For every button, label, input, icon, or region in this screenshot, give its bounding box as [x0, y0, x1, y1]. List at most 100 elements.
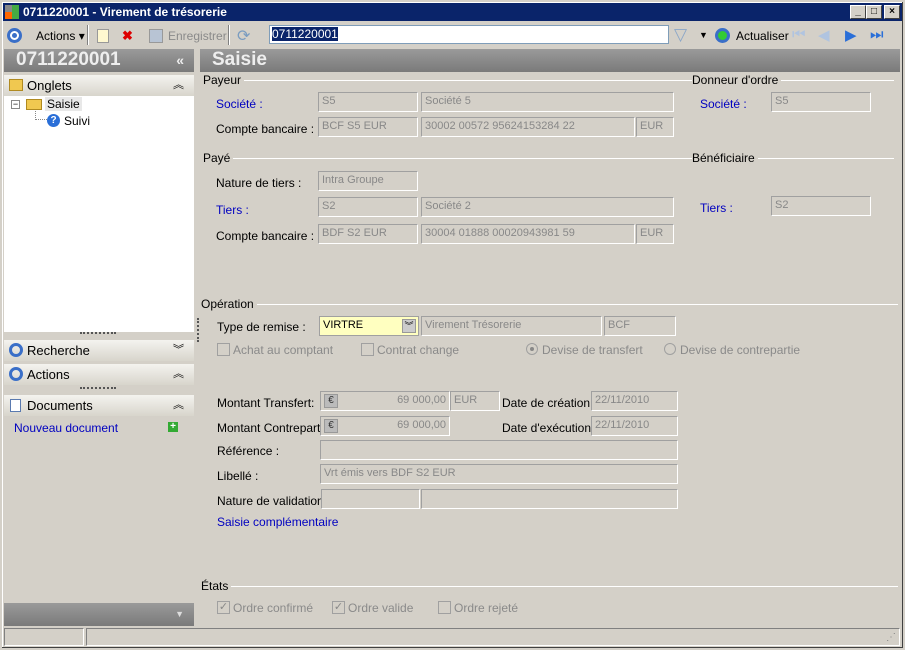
reference-field[interactable]: [320, 440, 678, 460]
window-title: 0711220001 - Virement de trésorerie: [23, 5, 227, 19]
previous-record-icon[interactable]: ◀: [818, 26, 830, 44]
achat-checkbox[interactable]: [217, 343, 230, 356]
euro-icon: €: [324, 419, 338, 433]
save-button[interactable]: Enregistrer: [168, 29, 227, 43]
search-input[interactable]: 0711220001: [269, 25, 669, 44]
date-execution-field[interactable]: 22/11/2010: [591, 416, 678, 436]
delete-icon[interactable]: ✖: [122, 28, 133, 44]
documents-header[interactable]: Documents ︽: [4, 395, 194, 416]
dropdown-icon[interactable]: ▼: [175, 609, 184, 619]
open-folder-icon: [26, 99, 42, 110]
type-remise-bank[interactable]: BCF: [604, 316, 676, 336]
close-button[interactable]: ×: [884, 5, 900, 19]
contrat-checkbox[interactable]: [361, 343, 374, 356]
first-record-icon[interactable]: ⏮: [792, 26, 806, 43]
payeur-compte-code[interactable]: BCF S5 EUR: [318, 117, 418, 137]
type-remise-name[interactable]: Virement Trésorerie: [421, 316, 602, 336]
collapse-icon[interactable]: ︽: [173, 395, 184, 416]
nature-validation-name[interactable]: [421, 489, 678, 509]
record-header: 0711220001 «: [4, 49, 194, 72]
beneficiaire-legend: Bénéficiaire: [692, 151, 758, 165]
paye-compte-code[interactable]: BDF S2 EUR: [318, 224, 418, 244]
paye-legend: Payé: [203, 151, 234, 165]
montant-transfert-cur[interactable]: EUR: [450, 391, 500, 411]
chevron-down-icon[interactable]: ︾: [402, 319, 416, 333]
beneficiaire-tiers-label[interactable]: Tiers :: [700, 201, 733, 215]
left-footer: ▼: [4, 603, 194, 626]
donneur-societe-code[interactable]: S5: [771, 92, 871, 112]
splitter-handle[interactable]: [197, 318, 199, 342]
new-icon[interactable]: [97, 29, 109, 43]
devise-transfert-radio[interactable]: [526, 343, 538, 355]
refresh-button[interactable]: Actualiser: [736, 29, 789, 43]
nature-validation-code[interactable]: [321, 489, 420, 509]
date-creation-label: Date de création :: [502, 396, 597, 410]
montant-contrepartie-label: Montant Contrepartie:: [217, 421, 334, 435]
splitter-handle[interactable]: [80, 332, 116, 334]
etats-legend: États: [201, 579, 232, 593]
libelle-field[interactable]: Vrt émis vers BDF S2 EUR: [320, 464, 678, 484]
minimize-button[interactable]: _: [850, 5, 866, 19]
compte-label: Compte bancaire :: [216, 229, 315, 243]
folder-icon: [9, 79, 23, 91]
status-pane: [86, 628, 900, 646]
actions-icon: [9, 367, 23, 381]
app-icon: [5, 5, 19, 19]
payeur-compte-cur[interactable]: EUR: [636, 117, 674, 137]
nature-tiers-field[interactable]: Intra Groupe: [318, 171, 418, 191]
recherche-header[interactable]: Recherche ︾: [4, 340, 194, 361]
filter-dropdown-icon[interactable]: ▼: [699, 30, 708, 40]
ordre-rejete-checkbox[interactable]: [438, 601, 451, 614]
nature-tiers-label: Nature de tiers :: [216, 176, 302, 190]
ordre-rejete-label: Ordre rejeté: [454, 601, 519, 615]
payeur-societe-code[interactable]: S5: [318, 92, 418, 112]
help-icon: ?: [47, 114, 60, 127]
ordre-valide-checkbox[interactable]: ✓: [332, 601, 345, 614]
ordre-confirme-checkbox[interactable]: ✓: [217, 601, 230, 614]
actions-header[interactable]: Actions ︽: [4, 364, 194, 385]
app-menu-icon[interactable]: [7, 28, 22, 43]
tiers-label[interactable]: Tiers :: [216, 203, 249, 217]
saisie-complementaire-link[interactable]: Saisie complémentaire: [217, 515, 338, 529]
paye-tiers-name[interactable]: Société 2: [421, 197, 674, 217]
next-record-icon[interactable]: ▶: [845, 26, 857, 44]
euro-icon: €: [324, 394, 338, 408]
type-remise-select[interactable]: VIRTRE ︾: [319, 316, 419, 336]
donneur-societe-label[interactable]: Société :: [700, 97, 747, 111]
sync-icon[interactable]: ⟳: [237, 26, 250, 46]
expand-icon[interactable]: ︾: [173, 340, 184, 361]
montant-contrepartie-field[interactable]: €69 000,00: [320, 416, 450, 436]
reference-label: Référence :: [217, 444, 280, 458]
paye-tiers-code[interactable]: S2: [318, 197, 418, 217]
tree-item-suivi[interactable]: Suivi: [64, 114, 90, 128]
section-header: Saisie: [200, 49, 900, 72]
collapse-panel-button[interactable]: «: [176, 49, 184, 71]
title-bar: 0711220001 - Virement de trésorerie: [3, 3, 902, 21]
onglets-header[interactable]: Onglets ︽: [4, 75, 194, 96]
societe-label[interactable]: Société :: [216, 97, 263, 111]
paye-compte-cur[interactable]: EUR: [636, 224, 674, 244]
add-icon[interactable]: +: [168, 422, 178, 432]
date-creation-field[interactable]: 22/11/2010: [591, 391, 678, 411]
payeur-societe-name[interactable]: Société 5: [421, 92, 674, 112]
maximize-button[interactable]: □: [866, 5, 882, 19]
contrat-label: Contrat change: [377, 343, 460, 357]
libelle-label: Libellé :: [217, 469, 259, 483]
paye-compte-num[interactable]: 30004 01888 00020943981 59: [421, 224, 635, 244]
new-document-link[interactable]: Nouveau document: [14, 421, 118, 435]
actions-menu[interactable]: Actions ▾: [36, 29, 85, 43]
splitter-handle[interactable]: [80, 387, 116, 389]
nature-validation-label: Nature de validation :: [217, 494, 331, 508]
collapse-icon[interactable]: ︽: [173, 364, 184, 385]
tree-collapse-icon[interactable]: −: [11, 100, 20, 109]
resize-grip-icon[interactable]: ⋰: [886, 632, 896, 643]
collapse-icon[interactable]: ︽: [173, 75, 184, 96]
beneficiaire-tiers-code[interactable]: S2: [771, 196, 871, 216]
devise-contre-radio[interactable]: [664, 343, 676, 355]
montant-transfert-field[interactable]: €69 000,00: [320, 391, 450, 411]
filter-icon[interactable]: ▽: [674, 25, 687, 45]
payeur-compte-num[interactable]: 30002 00572 95624153284 22: [421, 117, 635, 137]
tree-item-saisie[interactable]: Saisie: [45, 97, 82, 111]
last-record-icon[interactable]: ⏭: [870, 26, 884, 43]
refresh-icon[interactable]: [715, 28, 730, 43]
